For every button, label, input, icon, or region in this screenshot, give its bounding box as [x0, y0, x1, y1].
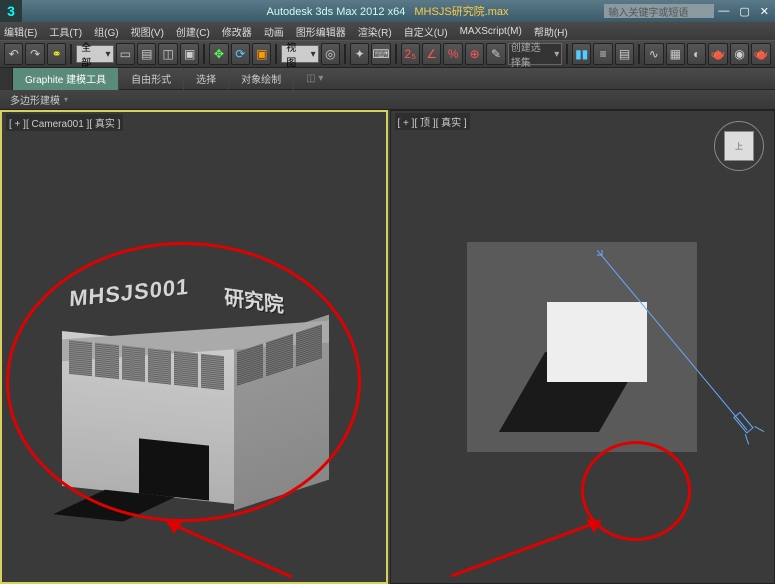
ribbon-handle[interactable] [0, 68, 13, 90]
scale-button[interactable]: ▣ [252, 43, 271, 65]
render-setup-button[interactable]: 🫖 [708, 43, 727, 65]
selection-filter-dropdown[interactable]: 全部 [76, 45, 113, 63]
undo-button[interactable]: ↶ [4, 43, 23, 65]
render-button[interactable]: 🫖 [751, 43, 770, 65]
annotation-arrow-right [446, 511, 626, 581]
curve-editor-button[interactable]: ∿ [644, 43, 663, 65]
menu-help[interactable]: 帮助(H) [534, 24, 568, 39]
menu-view[interactable]: 视图(V) [131, 24, 164, 39]
edit-named-sel-button[interactable]: ✎ [486, 43, 505, 65]
pivot-button[interactable]: ◎ [321, 43, 340, 65]
app-logo-icon[interactable]: 3 [0, 0, 22, 22]
title-bar: 3 Autodesk 3ds Max 2012 x64 MHSJS研究院.max… [0, 0, 775, 22]
menu-maxscript[interactable]: MAXScript(M) [460, 26, 522, 37]
select-button[interactable]: ▭ [116, 43, 135, 65]
tab-freeform[interactable]: 自由形式 [119, 68, 184, 90]
document-filename: MHSJS研究院.max [414, 6, 508, 18]
tab-graphite-modeling[interactable]: Graphite 建模工具 [13, 68, 119, 90]
viewcube-face[interactable]: 上 [724, 131, 754, 161]
refcoord-dropdown[interactable]: 视图 [281, 45, 318, 63]
window-crossing-button[interactable]: ▣ [180, 43, 199, 65]
menu-create[interactable]: 创建(C) [176, 24, 210, 39]
minimize-icon[interactable]: — [718, 5, 729, 18]
viewport-label-camera[interactable]: [ + ][ Camera001 ][ 真实 ] [6, 114, 123, 131]
percent-snap-button[interactable]: % [443, 43, 462, 65]
render-frame-button[interactable]: ◉ [730, 43, 749, 65]
tab-selection[interactable]: 选择 [184, 68, 229, 90]
graphite-ribbon: Graphite 建模工具 自由形式 选择 对象绘制 ◫ ▾ [0, 68, 775, 90]
menu-customize[interactable]: 自定义(U) [404, 24, 448, 39]
menu-group[interactable]: 组(G) [94, 24, 118, 39]
mirror-button[interactable]: ▮▮ [572, 43, 591, 65]
viewport-top[interactable]: [ + ][ 顶 ][ 真实 ] 上 [390, 110, 775, 584]
align-button[interactable]: ≡ [593, 43, 612, 65]
building-model: MHSJS001 研究院 [59, 270, 329, 500]
menu-modifiers[interactable]: 修改器 [222, 24, 252, 39]
tab-object-paint[interactable]: 对象绘制 [229, 68, 294, 90]
menu-render[interactable]: 渲染(R) [358, 24, 392, 39]
main-toolbar: ↶ ↷ ⚭ 全部 ▭ ▤ ◫ ▣ ✥ ⟳ ▣ 视图 ◎ ✦ ⌨ 2₅ ∠ % ⊕… [0, 40, 775, 68]
menu-bar: 编辑(E) 工具(T) 组(G) 视图(V) 创建(C) 修改器 动画 图形编辑… [0, 22, 775, 40]
move-button[interactable]: ✥ [209, 43, 228, 65]
viewport-camera[interactable]: [ + ][ Camera001 ][ 真实 ] MHSJS001 研究院 [0, 110, 388, 584]
camera-frustum [597, 250, 775, 450]
spinner-snap-button[interactable]: ⊕ [465, 43, 484, 65]
viewport-label-top[interactable]: [ + ][ 顶 ][ 真实 ] [395, 113, 470, 130]
menu-tools[interactable]: 工具(T) [49, 24, 82, 39]
schematic-button[interactable]: ▦ [666, 43, 685, 65]
building-sign-2: 研究院 [224, 280, 284, 318]
app-title: Autodesk 3ds Max 2012 x64 MHSJS研究院.max [267, 3, 509, 19]
material-editor-button[interactable]: ◐ [687, 43, 706, 65]
viewcube[interactable]: 上 [714, 121, 764, 171]
panel-polygon-modeling[interactable]: 多边形建模 [4, 92, 74, 108]
ribbon-expand-icon[interactable]: ◫ ▾ [306, 73, 323, 84]
annotation-arrow-left [152, 512, 302, 582]
menu-edit[interactable]: 编辑(E) [4, 24, 37, 39]
redo-button[interactable]: ↷ [25, 43, 44, 65]
building-sign-1: MHSJS001 [69, 273, 190, 312]
help-search-input[interactable]: 输入关键字或短语 [604, 4, 714, 18]
rotate-button[interactable]: ⟳ [231, 43, 250, 65]
top-scene [467, 242, 697, 452]
viewport-container: [ + ][ Camera001 ][ 真实 ] MHSJS001 研究院 [ … [0, 110, 775, 584]
select-region-button[interactable]: ◫ [158, 43, 177, 65]
snap-toggle-button[interactable]: 2₅ [401, 43, 420, 65]
close-icon[interactable]: ✕ [760, 5, 769, 18]
link-button[interactable]: ⚭ [47, 43, 66, 65]
keyboard-shortcut-button[interactable]: ⌨ [371, 43, 390, 65]
menu-graph-editors[interactable]: 图形编辑器 [296, 24, 346, 39]
ribbon-panel-row: 多边形建模 [0, 90, 775, 110]
select-name-button[interactable]: ▤ [137, 43, 156, 65]
window-controls: — ▢ ✕ [718, 5, 769, 18]
named-selection-dropdown[interactable]: 创建选择集 [508, 43, 562, 65]
camera-scene: MHSJS001 研究院 [59, 270, 329, 500]
menu-animation[interactable]: 动画 [264, 24, 284, 39]
angle-snap-button[interactable]: ∠ [422, 43, 441, 65]
layer-button[interactable]: ▤ [615, 43, 634, 65]
manipulate-button[interactable]: ✦ [350, 43, 369, 65]
annotation-ellipse-right [581, 441, 691, 541]
maximize-icon[interactable]: ▢ [739, 5, 749, 18]
